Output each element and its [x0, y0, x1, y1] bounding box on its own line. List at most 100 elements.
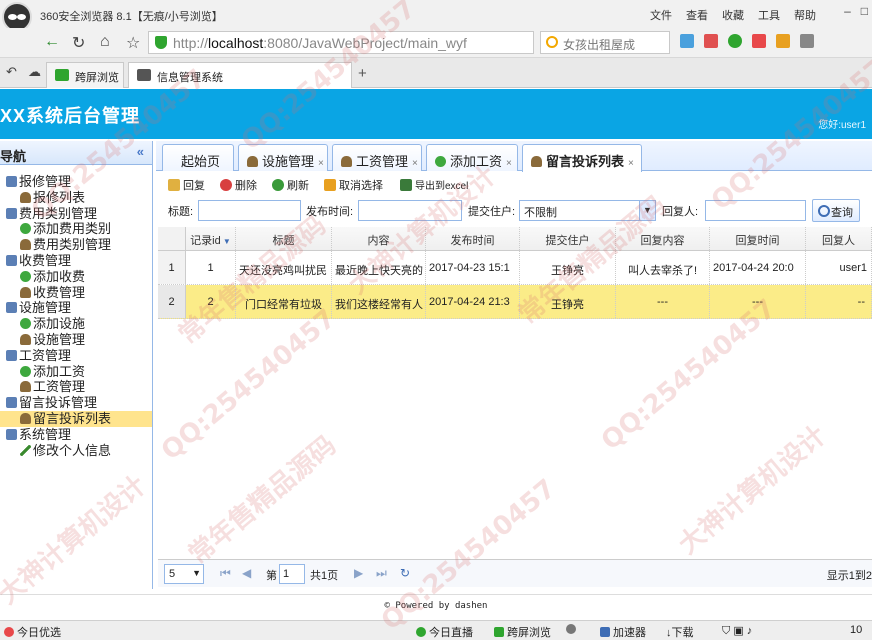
status-item-featured[interactable]: 今日优选 [4, 624, 61, 640]
reload-icon[interactable]: ↻ [72, 33, 85, 53]
prev-page-icon[interactable]: ◀ [242, 566, 251, 580]
sidebar-group[interactable]: 报修管理 [0, 174, 152, 190]
menu-item-tools[interactable]: 工具 [758, 7, 780, 23]
browser-toolbar-icons [680, 34, 814, 48]
column-header-reply-time[interactable]: 回复时间 [710, 227, 806, 250]
column-header-resident[interactable]: 提交住户 [520, 227, 616, 250]
export-excel-button[interactable]: 导出到excel [400, 177, 468, 192]
minimize-icon[interactable]: – [844, 4, 851, 18]
address-bar: ← ↻ ⌂ ☆ http://localhost:8080/JavaWebPro… [0, 28, 872, 58]
copy-icon[interactable]: ▣ [733, 625, 743, 637]
sidebar-group[interactable]: 系统管理 [0, 427, 152, 443]
refresh-icon[interactable]: ↻ [400, 566, 410, 580]
new-tab-button[interactable]: + [358, 65, 367, 82]
sidebar-group[interactable]: 留言投诉管理 [0, 395, 152, 411]
status-item-download[interactable]: ↓下载 [666, 624, 694, 640]
browser-tab-info-system[interactable]: 信息管理系统 [128, 62, 352, 88]
tab-salary[interactable]: 工资管理 × [332, 144, 422, 171]
user-icon [20, 286, 31, 298]
toolbar-label: 取消选择 [339, 180, 383, 192]
sidebar-group[interactable]: 工资管理 [0, 348, 152, 364]
menu-item-help[interactable]: 帮助 [794, 7, 816, 23]
star-icon[interactable]: ☆ [126, 33, 140, 53]
menu-item-favorites[interactable]: 收藏 [722, 7, 744, 23]
sidebar-item[interactable]: 设施管理 [0, 332, 152, 348]
extension-icon[interactable] [776, 34, 790, 48]
column-header-replier[interactable]: 回复人 [806, 227, 872, 250]
replier-filter-input[interactable] [705, 200, 806, 221]
zoom-level[interactable]: 10 [850, 624, 862, 636]
folder-icon [6, 207, 17, 219]
status-item-settings[interactable] [566, 624, 579, 636]
sidebar-item[interactable]: 添加工资 [0, 364, 152, 380]
translate-icon[interactable] [704, 34, 718, 48]
browser-tab-crossscreen[interactable]: 跨屏浏览 [46, 62, 124, 88]
cloud-icon[interactable]: ☁ [28, 64, 41, 80]
sidebar-item[interactable]: 添加收费 [0, 269, 152, 285]
next-page-icon[interactable]: ▶ [354, 566, 363, 580]
cancel-select-button[interactable]: 取消选择 [324, 177, 383, 193]
column-header-content[interactable]: 内容 [332, 227, 426, 250]
page-size-select[interactable]: 5 ▼ [164, 564, 204, 584]
column-header-time[interactable]: 发布时间 [426, 227, 520, 250]
welcome-user: user1 [840, 120, 866, 131]
collapse-icon[interactable]: « [137, 144, 144, 159]
status-item-crossscreen[interactable]: 跨屏浏览 [494, 624, 551, 640]
sidebar-item[interactable]: 收费管理 [0, 285, 152, 301]
close-icon[interactable]: × [628, 158, 634, 169]
sidebar-item[interactable]: 费用类别管理 [0, 237, 152, 253]
maximize-icon[interactable]: □ [861, 4, 868, 18]
refresh-button[interactable]: 刷新 [272, 177, 309, 193]
tab-add-salary[interactable]: 添加工资 × [426, 144, 518, 171]
sidebar-item[interactable]: 留言投诉列表 [0, 410, 152, 427]
column-header-reply[interactable]: 回复内容 [616, 227, 710, 250]
title-filter-input[interactable] [198, 200, 301, 221]
screenshot-icon[interactable] [800, 34, 814, 48]
last-page-icon[interactable]: ⏭ [376, 566, 387, 581]
first-page-icon[interactable]: ⏮ [220, 566, 231, 581]
status-item-accelerator[interactable]: 加速器 [600, 624, 646, 640]
security-icon[interactable] [728, 34, 742, 48]
undo-icon[interactable]: ↶ [6, 64, 17, 80]
sound-icon[interactable]: ♪ [747, 625, 753, 637]
table-row[interactable]: 1 1 天还没亮鸡叫扰民 最近晚上快天亮的 2017-04-23 15:1 王铮… [158, 251, 872, 285]
query-button[interactable]: 查询 [812, 199, 860, 222]
resident-filter-select[interactable]: 不限制 ▼ [519, 200, 656, 221]
search-input[interactable]: 女孩出租屋成 [540, 31, 670, 54]
url-input[interactable]: http://localhost:8080/JavaWebProject/mai… [148, 31, 534, 54]
font-icon[interactable] [752, 34, 766, 48]
tab-message-list[interactable]: 留言投诉列表 × [522, 144, 642, 172]
time-filter-input[interactable] [358, 200, 462, 221]
tab-facilities[interactable]: 设施管理 × [238, 144, 328, 171]
sidebar: 导航 « 报修管理 报修列表 费用类别管理 添加费用类别 费用类别管理 收费管理 添加收费收… [0, 141, 153, 589]
sidebar-item[interactable]: 修改个人信息 [0, 443, 152, 459]
sidebar-group[interactable]: 收费管理 [0, 253, 152, 269]
grid-toolbar: 回复 删除 刷新 取消选择 导出到excel [156, 172, 872, 196]
close-icon[interactable]: × [412, 158, 418, 169]
tab-start[interactable]: 起始页 [162, 144, 234, 171]
page-number-input[interactable]: 1 [279, 564, 305, 584]
menu-item-file[interactable]: 文件 [650, 7, 672, 23]
sidebar-item[interactable]: 添加费用类别 [0, 221, 152, 237]
shield-icon[interactable]: ⛉ [722, 625, 730, 637]
reply-button[interactable]: 回复 [168, 177, 205, 193]
back-arrow-icon[interactable]: ← [44, 33, 60, 51]
sidebar-item[interactable]: 添加设施 [0, 316, 152, 332]
sidebar-item[interactable]: 报修列表 [0, 190, 152, 206]
sidebar-group[interactable]: 费用类别管理 [0, 206, 152, 222]
column-header-title[interactable]: 标题 [236, 227, 332, 250]
column-header-id[interactable]: 记录id ▼ [186, 227, 236, 250]
sidebar-group[interactable]: 设施管理 [0, 300, 152, 316]
status-item-live[interactable]: 今日直播 [416, 624, 473, 640]
menu-item-view[interactable]: 查看 [686, 7, 708, 23]
delete-button[interactable]: 删除 [220, 177, 257, 193]
close-icon[interactable]: × [318, 158, 324, 169]
home-icon[interactable]: ⌂ [100, 33, 110, 51]
cell-time: 2017-04-24 21:3 [426, 285, 520, 318]
sidebar-item-label: 添加设施 [33, 316, 86, 332]
table-row[interactable]: 2 2 门口经常有垃圾 我们这楼经常有人 2017-04-24 21:3 王铮亮… [158, 285, 872, 319]
close-icon[interactable]: × [506, 158, 512, 169]
window-controls: – □ [844, 4, 868, 18]
apps-icon[interactable] [680, 34, 694, 48]
sidebar-item[interactable]: 工资管理 [0, 379, 152, 395]
